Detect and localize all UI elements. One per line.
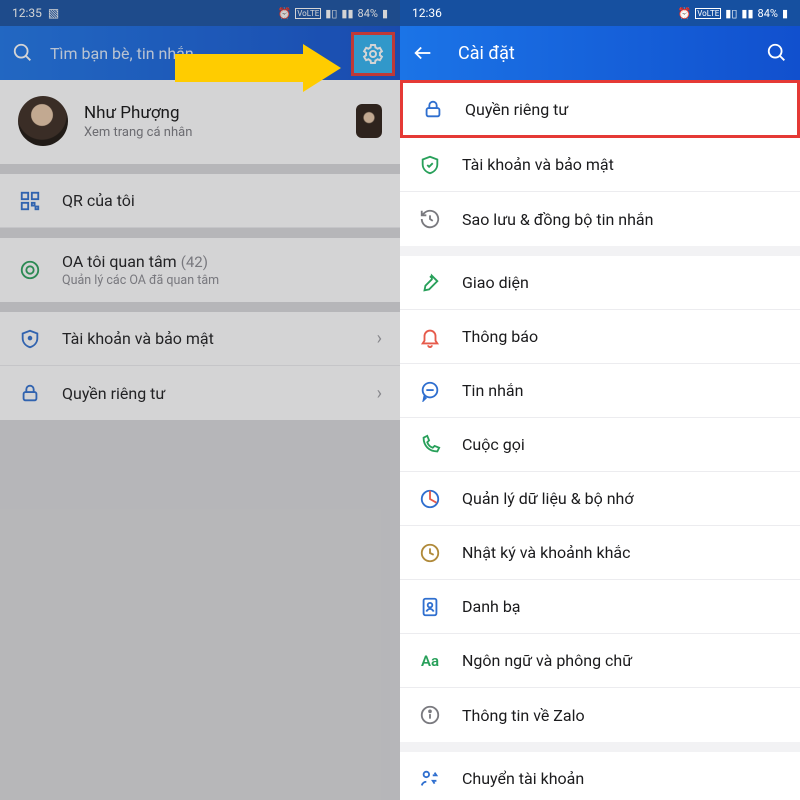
brush-icon [418,271,442,295]
phone-icon [418,433,442,457]
item-label: Sao lưu & đồng bộ tin nhắn [462,210,782,229]
item-label: Giao diện [462,273,782,292]
item-label: Chuyển tài khoản [462,769,782,788]
item-label: Danh bạ [462,597,782,616]
status-time: 12:36 [412,6,442,20]
item-label: Cuộc gọi [462,435,782,454]
privacy-item[interactable]: Quyền riêng tư › [0,366,400,420]
switch-account-item[interactable]: Chuyển tài khoản [400,752,800,800]
battery-text: 84% [358,7,378,20]
profile-content: Như Phượng Xem trang cá nhân QR của tôi … [0,80,400,420]
phone-screen-settings: 12:36 ⏰ VoLTE ▮▯ ▮▮ 84% ▮ Cài đặt Quyền … [400,0,800,800]
status-bar: 12:36 ⏰ VoLTE ▮▯ ▮▮ 84% ▮ [400,0,800,26]
oa-item[interactable]: OA tôi quan tâm(42) Quản lý các OA đã qu… [0,238,400,302]
message-icon [418,379,442,403]
alarm-icon: ⏰ [678,7,692,20]
item-label: Ngôn ngữ và phông chữ [462,651,782,670]
contacts-item[interactable]: Danh bạ [400,580,800,634]
screenshot-icon: ▧ [48,6,59,20]
security-item[interactable]: Tài khoản và bảo mật [400,138,800,192]
item-label: OA tôi quan tâm [62,252,177,271]
history-icon [418,207,442,231]
item-label: Quyền riêng tư [62,384,377,403]
signal-icon: ▮▯ [325,7,337,20]
contacts-icon [418,595,442,619]
search-icon[interactable] [12,42,34,64]
battery-icon: ▮ [782,7,788,20]
info-icon [418,703,442,727]
item-label: Quyền riêng tư [465,100,779,119]
calls-item[interactable]: Cuộc gọi [400,418,800,472]
search-header: Tìm bạn bè, tin nhắn... [0,26,400,80]
profile-subtitle: Xem trang cá nhân [84,125,356,140]
messages-item[interactable]: Tin nhắn [400,364,800,418]
signal-icon: ▮▯ [725,7,737,20]
item-label: Tài khoản và bảo mật [62,329,377,348]
item-label: Thông tin về Zalo [462,706,782,725]
chevron-right-icon: › [377,383,382,404]
volte-icon: VoLTE [295,8,321,19]
item-label: QR của tôi [62,191,382,210]
privacy-item-highlighted[interactable]: Quyền riêng tư [400,80,800,138]
item-label: Tin nhắn [462,381,782,400]
mini-avatar-icon[interactable] [356,104,382,138]
item-subtitle: Quản lý các OA đã quan tâm [62,273,382,288]
chevron-right-icon: › [377,328,382,349]
qr-item[interactable]: QR của tôi [0,174,400,228]
notification-item[interactable]: Thông báo [400,310,800,364]
lock-icon [18,381,42,405]
settings-header: Cài đặt [400,26,800,80]
data-item[interactable]: Quản lý dữ liệu & bộ nhớ [400,472,800,526]
back-icon[interactable] [412,42,434,64]
clock-icon [418,541,442,565]
gear-icon [361,42,385,66]
item-label: Thông báo [462,327,782,346]
search-input[interactable]: Tìm bạn bè, tin nhắn... [50,44,388,63]
oa-icon [18,258,42,282]
backup-item[interactable]: Sao lưu & đồng bộ tin nhắn [400,192,800,246]
language-item[interactable]: Aa Ngôn ngữ và phông chữ [400,634,800,688]
settings-list: Quyền riêng tư Tài khoản và bảo mật Sao … [400,80,800,800]
avatar [18,96,68,146]
shield-check-icon [418,153,442,177]
alarm-icon: ⏰ [278,7,292,20]
profile-row[interactable]: Như Phượng Xem trang cá nhân [0,80,400,164]
profile-name: Như Phượng [84,103,356,123]
settings-button-highlighted[interactable] [351,32,395,76]
lock-icon [421,97,445,121]
signal-icon: ▮▮ [741,7,753,20]
language-icon: Aa [418,649,442,673]
item-label: Nhật ký và khoảnh khắc [462,543,782,562]
status-bar: 12:35 ▧ ⏰ VoLTE ▮▯ ▮▮ 84% ▮ [0,0,400,26]
item-label: Tài khoản và bảo mật [462,155,782,174]
oa-count: (42) [181,253,208,271]
theme-item[interactable]: Giao diện [400,256,800,310]
signal-icon: ▮▮ [341,7,353,20]
page-title: Cài đặt [458,43,766,64]
bell-icon [418,325,442,349]
security-item[interactable]: Tài khoản và bảo mật › [0,312,400,366]
status-time: 12:35 [12,6,42,20]
item-label: Quản lý dữ liệu & bộ nhớ [462,489,782,508]
qr-icon [18,189,42,213]
switch-icon [418,767,442,791]
search-icon[interactable] [766,42,788,64]
volte-icon: VoLTE [695,8,721,19]
pie-icon [418,487,442,511]
battery-text: 84% [758,7,778,20]
diary-item[interactable]: Nhật ký và khoảnh khắc [400,526,800,580]
about-item[interactable]: Thông tin về Zalo [400,688,800,742]
battery-icon: ▮ [382,7,388,20]
shield-icon [18,327,42,351]
phone-screen-profile: 12:35 ▧ ⏰ VoLTE ▮▯ ▮▮ 84% ▮ Tìm bạn bè, … [0,0,400,800]
